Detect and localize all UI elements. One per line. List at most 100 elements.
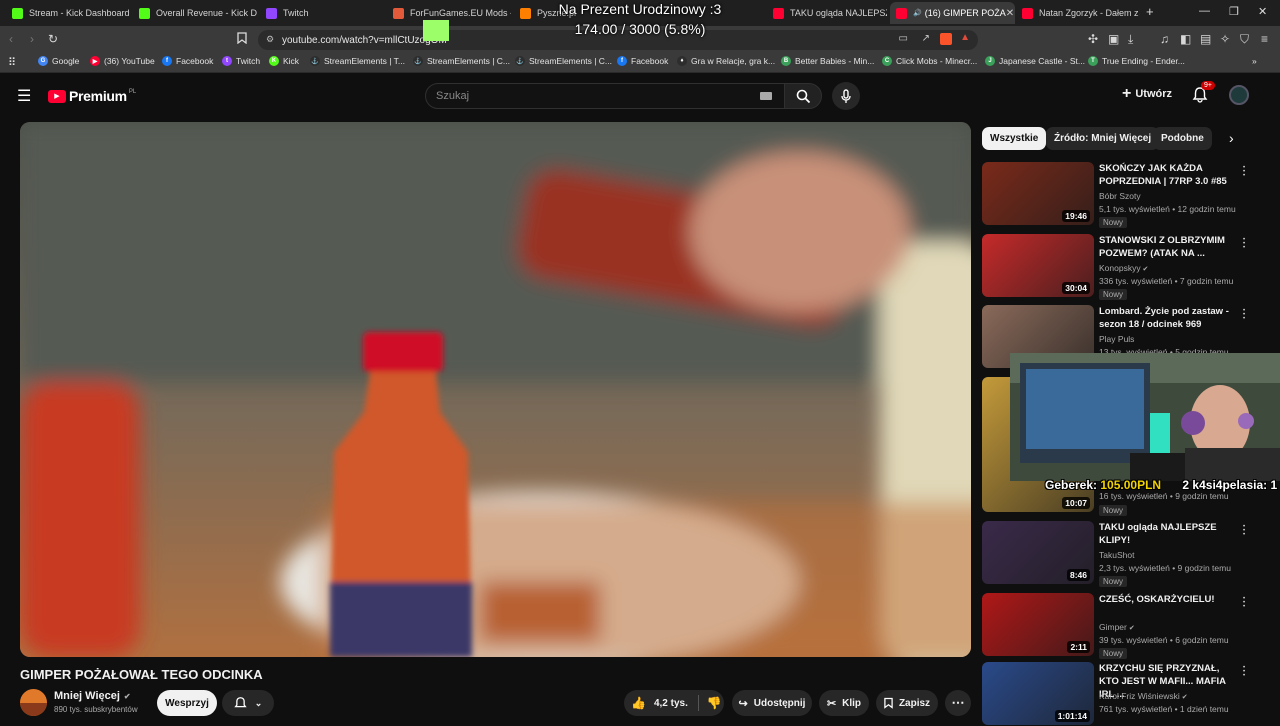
video-thumbnail[interactable]: 8:46 <box>982 521 1094 584</box>
bookmark-item[interactable]: ♦ Gra w Relacje, gra k... <box>677 56 775 66</box>
browser-tab[interactable]: ForFunGames.EU Mods - A <box>387 2 511 24</box>
bookmark-item[interactable]: G Google <box>38 56 79 66</box>
more-vertical-icon[interactable]: ••• <box>1240 308 1248 322</box>
dislike-icon[interactable]: 👎 <box>707 696 722 710</box>
video-title[interactable]: CZEŚĆ, OSKARŻYCIELU! <box>1099 593 1241 606</box>
browser-tab[interactable]: Twitch <box>260 2 384 24</box>
browser-tab[interactable]: Stream - Kick Dashboard <box>6 2 130 24</box>
bookmark-item[interactable]: T True Ending - Ender... <box>1088 56 1185 66</box>
sidebar-toggle-icon[interactable]: ◧ <box>1180 32 1191 46</box>
bookmark-item[interactable]: K Kick <box>269 56 299 66</box>
brave-rewards-icon[interactable]: ▲ <box>960 32 970 43</box>
voice-search-button[interactable] <box>832 82 860 110</box>
avatar[interactable] <box>1229 85 1249 105</box>
recommended-video[interactable]: 2:11 CZEŚĆ, OSKARŻYCIELU! Gimper ✔ 39 tys. … <box>982 593 1272 659</box>
browser-tab[interactable]: 🔊 (16) GIMPER POŻA ✕ <box>890 2 1015 24</box>
create-button[interactable]: + Utwórz <box>1122 86 1172 102</box>
bookmark-item[interactable]: J Japanese Castle - St... <box>985 56 1085 66</box>
close-window-icon[interactable]: ✕ <box>1258 5 1267 18</box>
close-tab-icon[interactable]: ✕ <box>1139 8 1140 19</box>
bookmark-page-icon[interactable] <box>237 32 247 47</box>
menu-icon[interactable]: ≡ <box>1261 32 1268 46</box>
search-button[interactable] <box>784 83 822 109</box>
recommended-video[interactable]: 1:01:14 KRZYCHU SIĘ PRZYZNAŁ, KTO JEST W … <box>982 662 1272 726</box>
back-icon[interactable]: ‹ <box>9 32 13 46</box>
browser-tab[interactable]: Overall Revenue - Kick Da <box>133 2 257 24</box>
recommended-video[interactable]: 30:04 STANOWSKI Z OLBRZYMIM POZWEM? (ATAK… <box>982 234 1272 300</box>
more-bookmarks-icon[interactable]: » <box>1252 56 1257 66</box>
channel-name-link[interactable]: Mniej Więcej ✔ <box>54 690 131 702</box>
channel-name[interactable]: Play Puls <box>1099 334 1134 344</box>
close-tab-icon[interactable]: ✕ <box>1006 8 1014 19</box>
keyboard-icon[interactable] <box>760 92 772 100</box>
hamburger-menu-icon[interactable]: ☰ <box>17 86 31 106</box>
clip-button[interactable]: ✂ Klip <box>819 690 869 716</box>
subscription-bell-button[interactable]: ⌄ <box>222 690 274 716</box>
bookmark-item[interactable]: t Twitch <box>222 56 260 66</box>
channel-name[interactable]: Bóbr Szoty <box>1099 191 1141 201</box>
share-page-icon[interactable]: ↗ <box>922 33 930 44</box>
bookmark-item[interactable]: ⚓ StreamElements | C... <box>515 56 612 66</box>
like-icon[interactable]: 👍 <box>631 696 646 710</box>
brave-shields-icon[interactable] <box>940 33 952 45</box>
video-title[interactable]: TAKU ogląda NAJLEPSZE KLIPY! <box>1099 521 1241 547</box>
filter-chip[interactable]: Podobne <box>1153 127 1212 150</box>
recommended-video[interactable]: 19:46 SKOŃCZY JAK KAŻDA POPRZEDNIA | 77RP… <box>982 162 1272 228</box>
bookmark-item[interactable]: B Better Babies - Min... <box>781 56 874 66</box>
support-button[interactable]: Wesprzyj <box>157 690 217 716</box>
wallet-icon[interactable]: ▤ <box>1200 32 1211 46</box>
notifications-button[interactable]: 9+ <box>1192 81 1215 108</box>
video-title[interactable]: Lombard. Życie pod zastaw - sezon 18 / o… <box>1099 305 1241 331</box>
more-vertical-icon[interactable]: ••• <box>1240 524 1248 538</box>
channel-name[interactable]: Karol Friz Wiśniewski ✔ <box>1099 691 1188 701</box>
leo-icon[interactable]: ✧ <box>1220 32 1230 46</box>
search-input[interactable]: Szukaj <box>425 83 785 109</box>
channel-name[interactable]: Konopskyy ✔ <box>1099 263 1148 273</box>
more-actions-button[interactable]: ⋯ <box>945 690 971 716</box>
bookmark-item[interactable]: f Facebook <box>162 56 213 66</box>
filter-chip[interactable]: Wszystkie <box>982 127 1047 150</box>
video-thumbnail[interactable]: 2:11 <box>982 593 1094 656</box>
youtube-logo[interactable]: ▶ Premium PL <box>48 88 136 104</box>
bookmark-item[interactable]: f Facebook <box>617 56 668 66</box>
like-count[interactable]: 4,2 tys. <box>654 698 688 709</box>
site-info-icon[interactable]: ⚙ <box>266 34 274 45</box>
video-thumbnail[interactable]: 1:01:14 <box>982 662 1094 725</box>
channel-name[interactable]: Gimper ✔ <box>1099 622 1135 632</box>
video-thumbnail[interactable]: 30:04 <box>982 234 1094 297</box>
channel-name[interactable]: TakuShot <box>1099 550 1134 560</box>
screenshot-icon[interactable]: ▣ <box>1108 32 1119 46</box>
recommended-video[interactable]: 8:46 TAKU ogląda NAJLEPSZE KLIPY! TakuShot… <box>982 521 1272 587</box>
media-icon[interactable]: ♫ <box>1160 32 1169 46</box>
more-vertical-icon[interactable]: ••• <box>1240 665 1248 679</box>
extensions-icon[interactable]: ✣ <box>1088 32 1098 46</box>
video-thumbnail[interactable]: 19:46 <box>982 162 1094 225</box>
bookmark-item[interactable]: ▶ (36) YouTube <box>90 56 155 66</box>
filter-chip[interactable]: Źródło: Mniej Więcej <box>1046 127 1160 150</box>
more-vertical-icon[interactable]: ••• <box>1240 165 1248 179</box>
chips-next-icon[interactable]: › <box>1229 130 1234 146</box>
video-title[interactable]: SKOŃCZY JAK KAŻDA POPRZEDNIA | 77RP 3.0 … <box>1099 162 1241 188</box>
share-button[interactable]: ↪ Udostępnij <box>732 690 812 716</box>
download-icon[interactable]: ⤓ <box>1128 32 1133 46</box>
restore-icon[interactable]: ❐ <box>1229 5 1239 18</box>
channel-avatar[interactable] <box>20 689 47 716</box>
reload-icon[interactable]: ↻ <box>48 32 58 46</box>
browser-tab[interactable]: TAKU ogląda NAJLEPSZE <box>767 2 887 24</box>
new-tab-button[interactable]: + <box>1146 4 1154 19</box>
audio-playing-icon[interactable]: 🔊 <box>913 9 922 17</box>
minimize-icon[interactable]: — <box>1199 5 1210 17</box>
cast-icon[interactable]: ▭ <box>899 33 908 44</box>
apps-grid-icon[interactable]: ⠿ <box>8 56 16 69</box>
bookmark-item[interactable]: ⚓ StreamElements | T... <box>310 56 405 66</box>
forward-icon[interactable]: › <box>30 32 34 46</box>
bookmark-item[interactable]: ⚓ StreamElements | C... <box>413 56 510 66</box>
vpn-icon[interactable]: ⛉ <box>1240 32 1249 46</box>
save-button[interactable]: Zapisz <box>876 690 938 716</box>
browser-tab[interactable]: Natan Zgorzyk - Dałem z✕ <box>1016 2 1140 24</box>
video-title[interactable]: STANOWSKI Z OLBRZYMIM POZWEM? (ATAK NA .… <box>1099 234 1241 260</box>
more-vertical-icon[interactable]: ••• <box>1240 596 1248 610</box>
more-vertical-icon[interactable]: ••• <box>1240 237 1248 251</box>
bookmark-item[interactable]: C Click Mobs - Minecr... <box>882 56 977 66</box>
video-player[interactable] <box>20 122 971 657</box>
